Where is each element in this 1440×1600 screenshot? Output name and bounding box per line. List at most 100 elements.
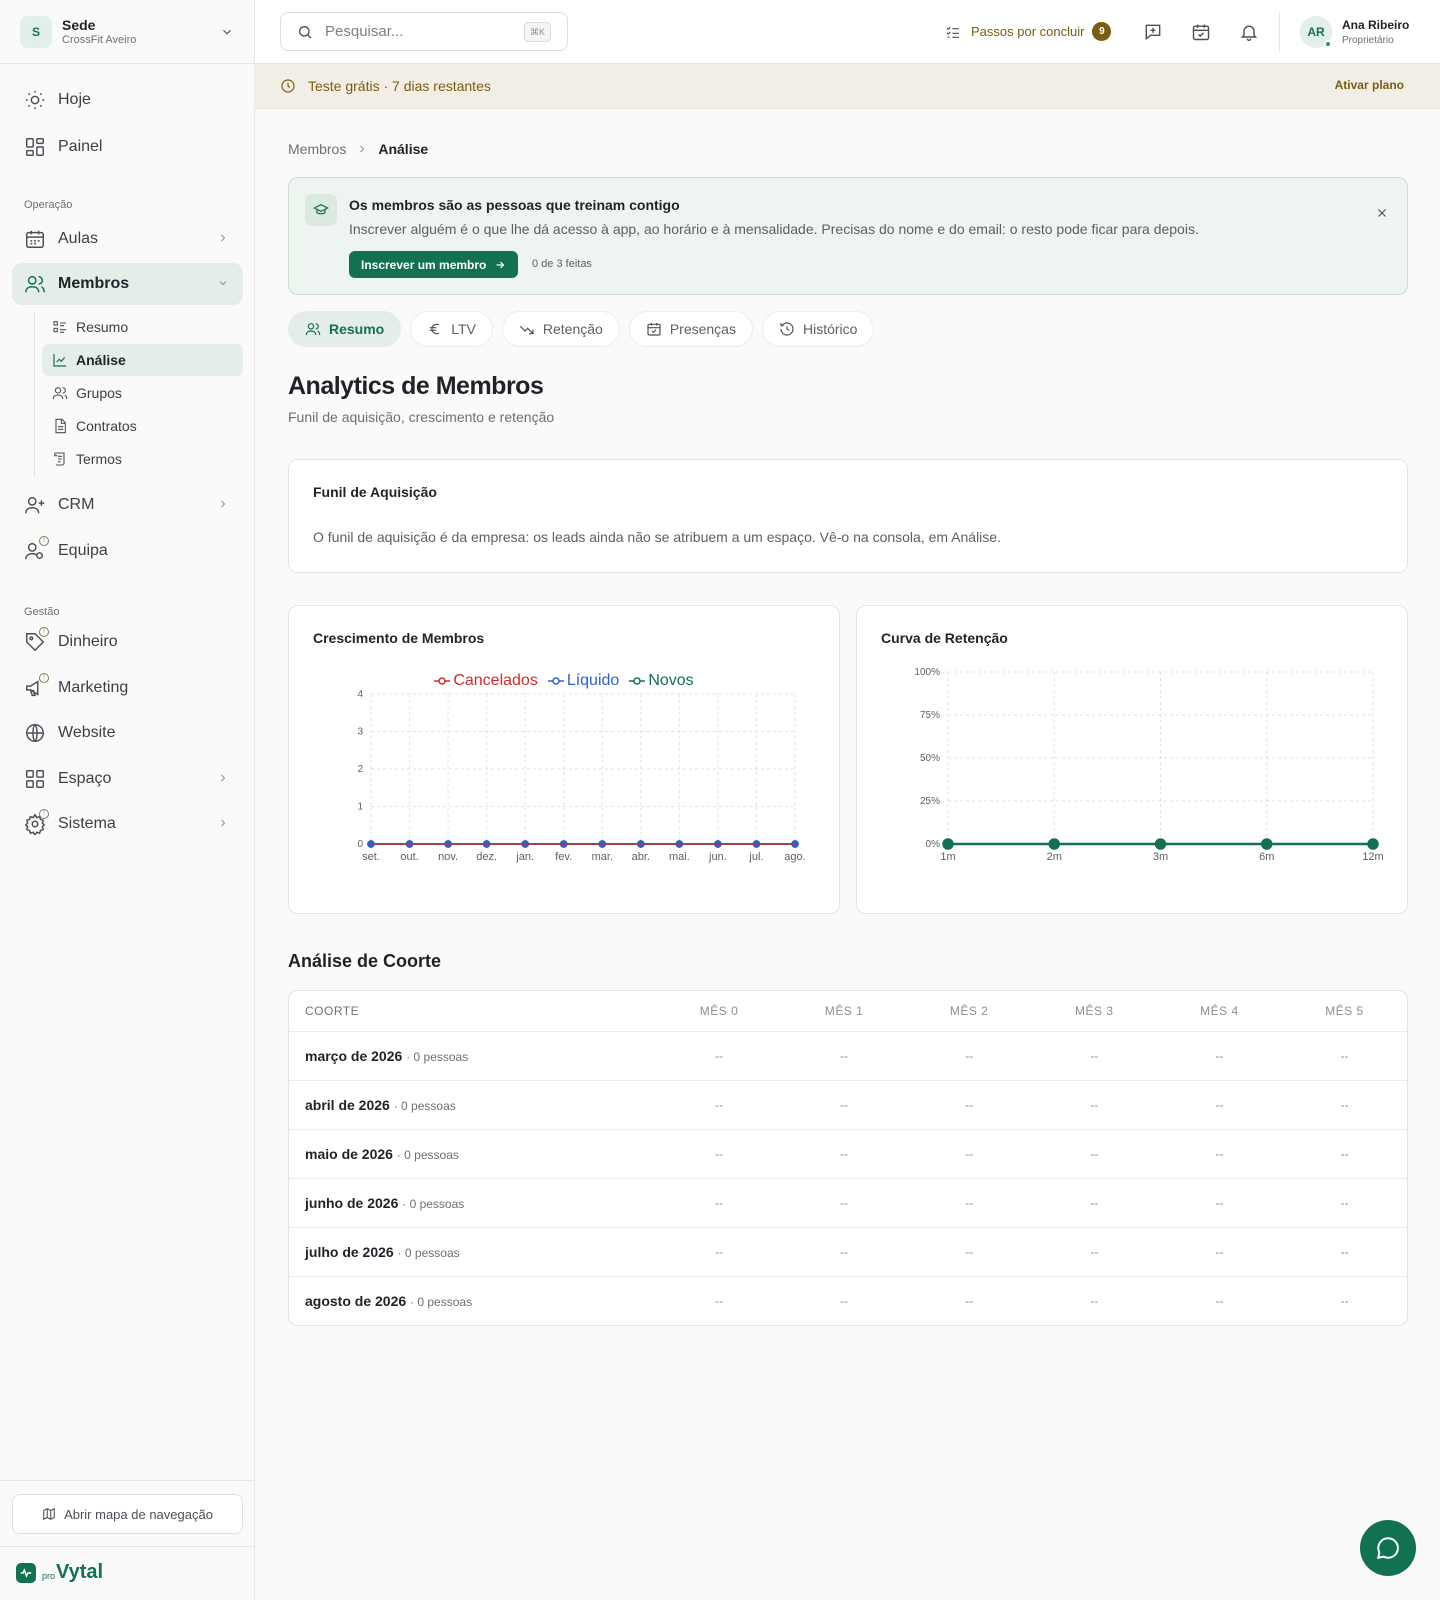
chat-bubble-icon — [1375, 1535, 1401, 1561]
tab-historico[interactable]: Histórico — [761, 311, 875, 347]
calendar-check-icon — [646, 321, 670, 337]
sidebar-item-marketing[interactable]: ! Marketing — [12, 667, 243, 709]
sidebar-subitem-grupos[interactable]: Grupos — [42, 377, 243, 409]
column-header-month: MÊS 1 — [824, 1004, 864, 1018]
tab-presencas[interactable]: Presenças — [628, 311, 753, 347]
sidebar-item-espaco[interactable]: Espaço — [12, 758, 243, 800]
table-row: maio de 2026 · 0 pessoas -- -- -- -- -- -- — [289, 1129, 1407, 1178]
divider — [1279, 12, 1280, 52]
funnel-title: Funil de Aquisição — [313, 484, 437, 500]
activate-plan-link[interactable]: Ativar plano — [1335, 78, 1404, 92]
team-icon: ! — [24, 536, 49, 562]
tab-label: LTV — [451, 321, 476, 337]
trending-down-icon — [519, 321, 543, 337]
calendar-check-icon[interactable] — [1191, 22, 1211, 42]
table-cell: -- — [840, 1049, 849, 1063]
sidebar-item-crm[interactable]: CRM — [12, 484, 243, 526]
x-tick-label: out. — [400, 851, 418, 863]
table-row: julho de 2026 · 0 pessoas -- -- -- -- -- -- — [289, 1227, 1407, 1276]
sidebar-item-label: Equipa — [58, 542, 108, 559]
tab-ltv[interactable]: LTV — [410, 311, 493, 347]
table-cell: -- — [1090, 1049, 1099, 1063]
sidebar-subitem-termos[interactable]: Termos — [42, 443, 243, 475]
table-cell: -- — [1340, 1245, 1349, 1259]
table-cell: -- — [840, 1098, 849, 1112]
enroll-member-button[interactable]: Inscrever um membro — [349, 251, 519, 278]
workspace-switcher[interactable]: S Sede CrossFit Aveiro — [0, 0, 254, 64]
sidebar-item-label: CRM — [58, 496, 95, 513]
x-tick-label: mai. — [669, 851, 690, 863]
table-cell: -- — [965, 1245, 974, 1259]
x-tick-label: 1m — [940, 851, 955, 863]
data-point[interactable] — [1261, 838, 1273, 850]
table-cell: -- — [715, 1294, 723, 1308]
table-cell: -- — [1090, 1147, 1099, 1161]
cohort-label-cell: abril de 2026 · 0 pessoas — [289, 1097, 656, 1113]
sidebar-item-membros[interactable]: Membros — [12, 263, 243, 305]
data-point[interactable] — [1048, 838, 1060, 850]
sidebar-item-equipa[interactable]: ! Equipa — [12, 530, 243, 572]
user-role: Proprietário — [1342, 35, 1394, 46]
table-cell: -- — [965, 1147, 974, 1161]
y-tick-label: 1 — [357, 802, 363, 813]
table-row: março de 2026 · 0 pessoas -- -- -- -- -- -- — [289, 1031, 1407, 1080]
sidebar-subitem-label: Termos — [76, 451, 122, 467]
y-tick-label: 25% — [920, 796, 940, 807]
history-icon — [779, 321, 803, 337]
workspace-name: Sede — [62, 17, 96, 33]
sidebar-subitem-analise[interactable]: Análise — [42, 344, 243, 376]
logo-pro: pro — [42, 1570, 56, 1581]
brand-logo: pro Vytal — [16, 1561, 103, 1584]
trial-banner: Teste grátis · 7 dias restantes Ativar p… — [255, 64, 1440, 109]
sidebar-subitem-contratos[interactable]: Contratos — [42, 410, 243, 442]
breadcrumb-parent[interactable]: Membros — [288, 141, 346, 157]
sidebar-item-sistema[interactable]: ! Sistema — [12, 803, 243, 845]
data-point[interactable] — [1154, 838, 1167, 850]
tab-retencao[interactable]: Retenção — [501, 311, 620, 347]
close-icon[interactable] — [1375, 206, 1389, 220]
sidebar-item-painel[interactable]: Painel — [12, 126, 243, 168]
chat-button[interactable] — [1360, 1520, 1416, 1576]
sidebar-item-aulas[interactable]: Aulas — [12, 218, 243, 260]
data-point[interactable] — [1367, 838, 1379, 850]
search-input[interactable]: Pesquisar... ⌘K — [280, 12, 568, 51]
sidebar-item-label: Website — [58, 724, 116, 741]
sidebar-subitem-resumo[interactable]: Resumo — [42, 311, 243, 343]
checklist-icon — [945, 24, 971, 40]
arrow-right-icon — [486, 259, 506, 271]
data-point[interactable] — [942, 838, 954, 850]
table-cell: -- — [1090, 1196, 1099, 1210]
table-row: abril de 2026 · 0 pessoas -- -- -- -- -- -- — [289, 1080, 1407, 1129]
table-cell: -- — [1340, 1147, 1349, 1161]
cohort-table: COORTE MÊS 0 MÊS 1 MÊS 2 MÊS 3 MÊS 4 MÊS 5 mar… — [288, 990, 1408, 1326]
tab-label: Resumo — [329, 321, 385, 337]
sidebar-item-website[interactable]: Website — [12, 712, 243, 754]
x-tick-label: jan. — [515, 851, 534, 863]
online-status-dot — [1324, 40, 1332, 48]
table-cell: -- — [1090, 1245, 1099, 1259]
sidebar-item-dinheiro[interactable]: ! Dinheiro — [12, 621, 243, 663]
user-menu[interactable]: AR Ana Ribeiro Proprietário — [1300, 16, 1409, 48]
cohort-label: julho de 2026 — [305, 1244, 394, 1260]
x-tick-label: 6m — [1259, 851, 1274, 863]
page-subtitle: Funil de aquisição, crescimento e retenç… — [288, 409, 555, 425]
cohort-label-cell: agosto de 2026 · 0 pessoas — [289, 1293, 656, 1309]
sidebar-item-label: Hoje — [58, 91, 91, 108]
table-cell: -- — [1215, 1098, 1224, 1112]
open-nav-map-button[interactable]: Abrir mapa de navegação — [12, 1494, 243, 1534]
pending-steps-button[interactable]: Passos por concluir 9 — [945, 22, 1112, 41]
user-name: Ana Ribeiro — [1342, 18, 1410, 32]
bell-icon[interactable] — [1239, 22, 1259, 42]
retention-chart-card: Curva de Retenção 0% 25% 50% 75% 100% 1m 2m 3m 6… — [856, 605, 1408, 914]
divider — [0, 1546, 254, 1547]
table-cell: -- — [715, 1049, 723, 1063]
sidebar-item-hoje[interactable]: Hoje — [12, 79, 243, 121]
table-header: COORTE MÊS 0 MÊS 1 MÊS 2 MÊS 3 MÊS 4 MÊS 5 — [289, 991, 1407, 1031]
trial-text: Teste grátis · 7 dias restantes — [308, 78, 491, 94]
table-cell: -- — [965, 1098, 974, 1112]
cohort-label-cell: março de 2026 · 0 pessoas — [289, 1048, 656, 1064]
x-tick-label: abr. — [632, 851, 650, 863]
feedback-icon[interactable] — [1143, 22, 1163, 42]
sun-icon — [24, 89, 46, 111]
tab-resumo[interactable]: Resumo — [288, 311, 402, 347]
